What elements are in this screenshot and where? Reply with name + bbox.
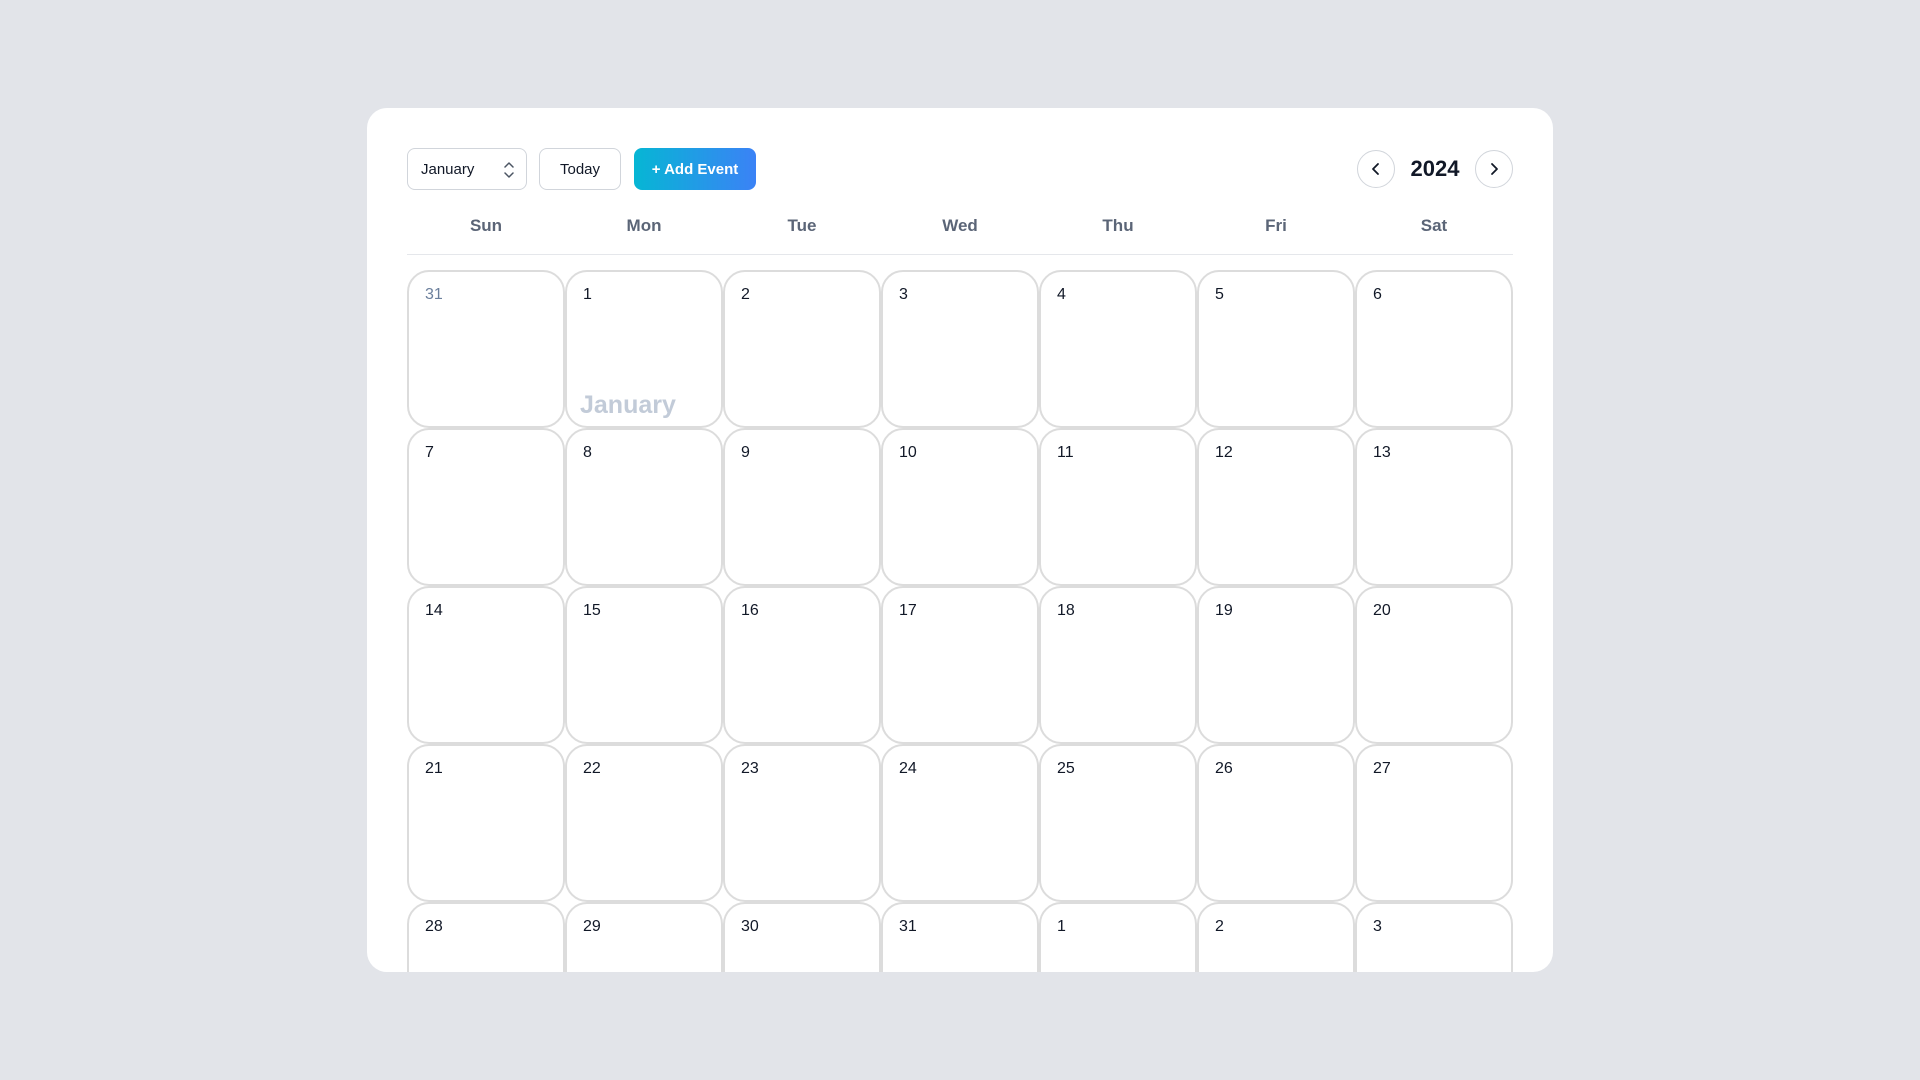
day-number: 29 [583,918,601,935]
weekday-sat: Sat [1420,216,1448,235]
day-cell[interactable]: 9 [723,428,881,586]
day-cell[interactable]: 31 [407,270,565,428]
day-cell[interactable]: 16 [723,586,881,744]
chevron-left-icon [1372,163,1379,175]
day-cell[interactable]: 8 [565,428,723,586]
day-number: 25 [1057,760,1075,777]
day-number: 31 [425,286,443,303]
add-event-button[interactable]: + Add Event [634,148,756,190]
day-cell[interactable]: 26 [1197,744,1355,902]
month-select[interactable]: January [407,148,527,190]
month-select-value: January [421,160,475,178]
day-number: 16 [741,602,759,619]
day-cell[interactable]: 5 [1197,270,1355,428]
day-number: 9 [741,444,750,461]
day-number: 26 [1215,760,1233,777]
chevron-right-icon [1491,163,1498,175]
day-number: 22 [583,760,601,777]
day-number: 24 [899,760,917,777]
day-number: 14 [425,602,443,619]
calendar-card: January Today + Add Event 2024 Sun Mon Tue… [367,108,1553,972]
day-cell[interactable]: 24 [881,744,1039,902]
day-cell[interactable]: 21 [407,744,565,902]
day-cell[interactable]: 27 [1355,744,1513,902]
day-cell[interactable]: 18 [1039,586,1197,744]
weekday-sun: Sun [469,216,503,235]
today-button[interactable]: Today [539,148,621,190]
day-number: 11 [1057,444,1074,461]
day-cell[interactable]: 30 [723,902,881,972]
day-number: 3 [1373,918,1382,935]
day-cell[interactable]: 25 [1039,744,1197,902]
day-cell[interactable]: 7 [407,428,565,586]
day-cell[interactable]: 14 [407,586,565,744]
day-number: 10 [899,444,917,461]
day-number: 1 [1057,918,1066,935]
day-number: 7 [425,444,434,461]
day-cell[interactable]: 2 [1197,902,1355,972]
day-cell[interactable]: 3 [1355,902,1513,972]
weekday-fri: Fri [1265,216,1287,235]
weekday-header: Sun Mon Tue Wed Thu Fri Sat [407,216,1513,255]
day-cell[interactable]: 4 [1039,270,1197,428]
year-label: 2024 [1410,156,1460,181]
day-cell[interactable]: 20 [1355,586,1513,744]
day-number: 19 [1215,602,1233,619]
day-number: 5 [1215,286,1224,303]
day-cell[interactable]: 10 [881,428,1039,586]
day-cell[interactable]: 13 [1355,428,1513,586]
day-number: 20 [1373,602,1391,619]
day-cell[interactable]: 29 [565,902,723,972]
day-number: 8 [583,444,592,461]
day-number: 13 [1373,444,1391,461]
day-number: 1 [583,286,592,303]
day-number: 27 [1373,760,1391,777]
day-number: 15 [583,602,601,619]
day-cell[interactable]: 19 [1197,586,1355,744]
day-number: 28 [425,918,443,935]
day-number: 2 [741,286,750,303]
day-number: 18 [1057,602,1075,619]
day-cell[interactable]: 2 [723,270,881,428]
day-cell[interactable]: 6 [1355,270,1513,428]
day-number: 21 [425,760,443,777]
day-number: 17 [899,602,917,619]
day-number: 4 [1057,286,1066,303]
day-cell[interactable]: 17 [881,586,1039,744]
weekday-tue: Tue [787,216,817,235]
month-watermark: January [580,391,676,419]
day-cell[interactable]: 12 [1197,428,1355,586]
day-cell[interactable]: 23 [723,744,881,902]
weekday-thu: Thu [1102,216,1134,235]
day-cell[interactable]: 1 [1039,902,1197,972]
chevron-up-down-icon [504,162,514,178]
calendar-toolbar: January Today + Add Event 2024 [407,148,1513,190]
day-number: 2 [1215,918,1224,935]
day-number: 3 [899,286,908,303]
day-number: 6 [1373,286,1382,303]
day-number: 31 [899,918,917,935]
day-cell[interactable]: 31 [881,902,1039,972]
day-number: 23 [741,760,759,777]
previous-year-button[interactable] [1357,150,1395,188]
day-number: 12 [1215,444,1233,461]
day-cell[interactable]: 15 [565,586,723,744]
day-cell[interactable]: 22 [565,744,723,902]
day-number: 30 [741,918,759,935]
day-cell[interactable]: 1 January [565,270,723,428]
day-cell[interactable]: 28 [407,902,565,972]
weekday-wed: Wed [942,216,978,235]
weekday-mon: Mon [626,216,662,235]
year-navigation: 2024 [1357,148,1513,190]
day-cell[interactable]: 11 [1039,428,1197,586]
day-cell[interactable]: 3 [881,270,1039,428]
next-year-button[interactable] [1475,150,1513,188]
calendar-grid: 31 1 January 2 3 4 5 6 7 8 9 10 11 12 13 14 15 16 17 18 19 20… [407,270,1513,972]
